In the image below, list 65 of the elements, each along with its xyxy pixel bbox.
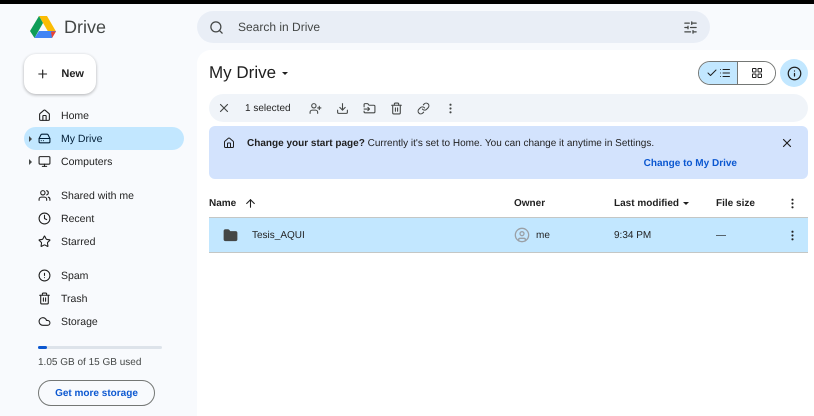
trash-button[interactable] — [390, 102, 403, 114]
modified-column-header[interactable]: Last modified — [614, 198, 716, 208]
trash-icon — [390, 102, 403, 114]
file-size: — — [716, 230, 727, 240]
move-folder-icon — [362, 102, 376, 114]
nav-item[interactable]: Trash — [24, 287, 184, 310]
info-icon — [786, 66, 802, 80]
trash-icon — [38, 292, 51, 305]
download-button[interactable] — [336, 102, 349, 114]
monitor-icon — [38, 155, 51, 168]
change-start-link[interactable]: Change to My Drive — [644, 158, 737, 169]
close-icon — [217, 101, 231, 115]
cloud-icon — [38, 315, 51, 328]
people-icon — [38, 189, 51, 202]
filter-icon[interactable] — [683, 20, 698, 34]
sort-up-icon[interactable] — [244, 196, 258, 210]
drive-icon — [38, 132, 51, 145]
nav-item[interactable]: Recent — [24, 207, 184, 230]
nav-item[interactable]: Starred — [24, 230, 184, 253]
nav-item[interactable]: Spam — [24, 264, 184, 287]
move-button[interactable] — [362, 102, 376, 114]
file-row[interactable]: Tesis_AQUI me 9:34 PM — — [209, 218, 808, 253]
avatar-icon — [514, 227, 530, 243]
owner-column-header[interactable]: Owner — [514, 198, 614, 208]
link-icon — [416, 102, 430, 114]
folder-icon — [223, 228, 238, 242]
check-icon — [706, 67, 718, 79]
share-button[interactable] — [308, 102, 322, 114]
add-person-icon — [308, 102, 322, 114]
banner-message: Change your start page? Currently it's set to Home. You can change it anytime in Settings. — [247, 138, 656, 148]
page-title[interactable]: My Drive — [209, 63, 288, 83]
modified-time: 9:34 PM — [614, 230, 652, 240]
size-column-header[interactable]: File size — [716, 198, 786, 208]
star-icon — [38, 235, 51, 248]
nav-item[interactable]: Home — [24, 104, 184, 127]
list-view-button[interactable] — [699, 62, 737, 84]
nav-item[interactable]: Shared with me — [24, 184, 184, 207]
owner-name: me — [536, 230, 550, 240]
search-icon[interactable] — [209, 20, 224, 34]
home-icon — [223, 137, 235, 149]
file-name: Tesis_AQUI — [252, 230, 305, 240]
close-button[interactable] — [780, 136, 794, 150]
nav-item[interactable]: My Drive — [24, 127, 184, 150]
close-icon — [780, 136, 794, 150]
search-field[interactable]: Search in Drive — [197, 11, 710, 43]
caret-icon — [282, 72, 288, 74]
storage-usage: 1.05 GB of 15 GB used — [37, 357, 142, 368]
close-button[interactable] — [217, 101, 231, 115]
nav-item[interactable]: Storage — [24, 310, 184, 333]
link-button[interactable] — [416, 102, 430, 114]
grid-view-button[interactable] — [737, 62, 775, 84]
selection-count: 1 selected — [245, 102, 291, 114]
search-input[interactable]: Search in Drive — [236, 19, 671, 35]
new-button[interactable]: New — [24, 54, 96, 94]
info-button[interactable] — [780, 59, 808, 87]
nav-item[interactable]: Computers — [24, 150, 184, 173]
download-icon — [336, 102, 349, 114]
grid-icon — [750, 67, 762, 79]
app-name: Drive — [64, 16, 106, 38]
get-storage-button[interactable]: Get more storage — [38, 380, 155, 406]
drive-logo — [30, 16, 56, 38]
clock-icon — [38, 212, 51, 225]
name-column-header[interactable]: Name — [209, 198, 236, 208]
home-icon — [38, 109, 51, 122]
alert-icon — [38, 269, 51, 282]
